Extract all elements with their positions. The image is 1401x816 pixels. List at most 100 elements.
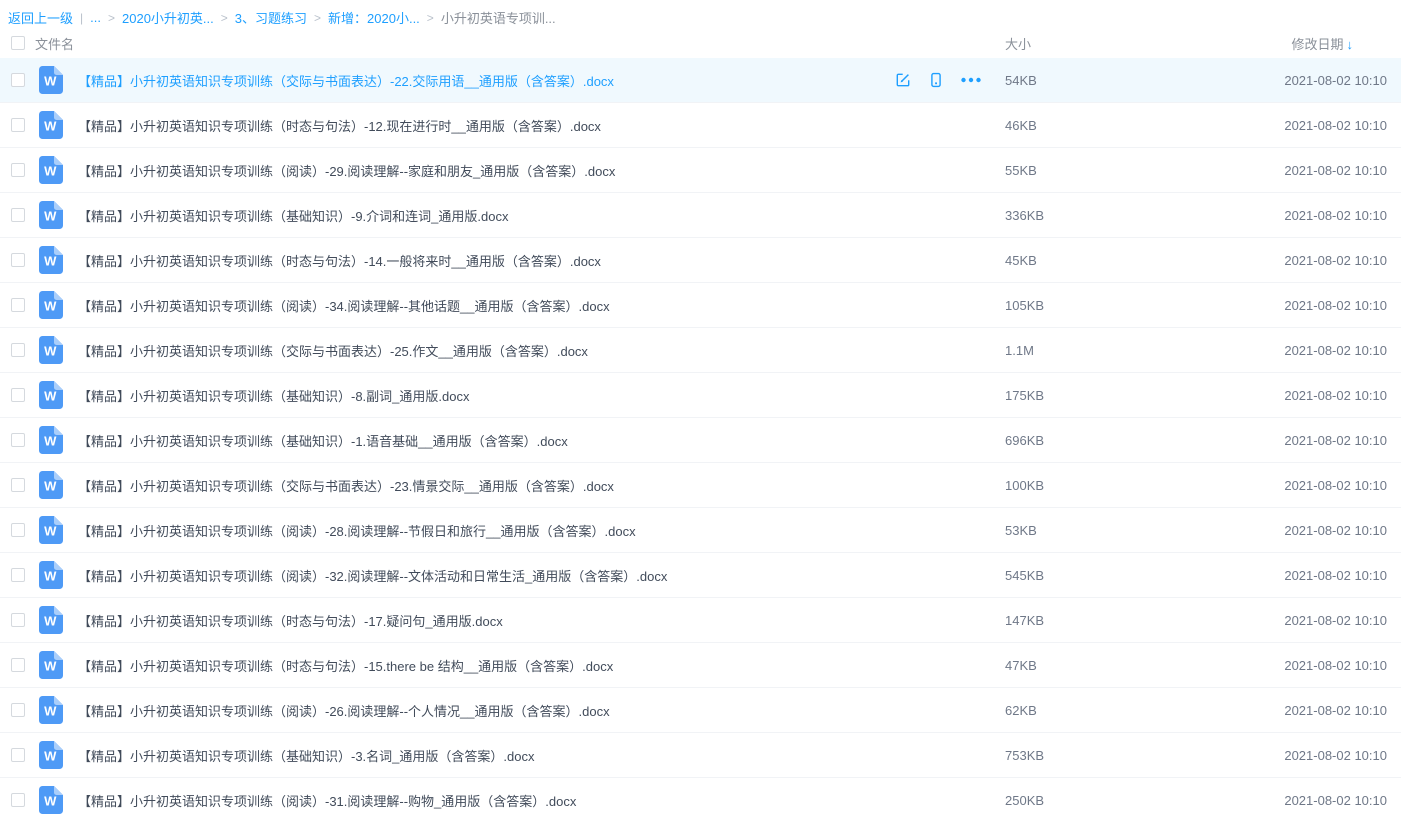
svg-text:W: W (44, 704, 57, 719)
file-row[interactable]: W 【精品】小升初英语知识专项训练（时态与句法）-12.现在进行时__通用版（含… (0, 103, 1401, 148)
file-date: 2021-08-02 10:10 (1241, 118, 1401, 133)
row-checkbox[interactable] (11, 523, 25, 537)
svg-text:W: W (44, 119, 57, 134)
row-checkbox[interactable] (11, 208, 25, 222)
file-name-link[interactable]: 【精品】小升初英语知识专项训练（时态与句法）-17.疑问句_通用版.docx (78, 611, 893, 630)
row-checkbox[interactable] (11, 343, 25, 357)
word-doc-icon: W (39, 381, 63, 409)
file-size: 250KB (1005, 793, 1241, 808)
breadcrumb-link[interactable]: ... (90, 10, 101, 25)
row-checkbox[interactable] (11, 793, 25, 807)
word-doc-icon: W (39, 156, 63, 184)
file-row[interactable]: W 【精品】小升初英语知识专项训练（基础知识）-9.介词和连词_通用版.docx (0, 193, 1401, 238)
breadcrumb-link[interactable]: 3、习题练习 (235, 8, 307, 27)
row-checkbox[interactable] (11, 658, 25, 672)
sort-desc-icon[interactable]: ↓ (1347, 37, 1354, 52)
file-size: 55KB (1005, 163, 1241, 178)
file-row[interactable]: W 【精品】小升初英语知识专项训练（交际与书面表达）-22.交际用语__通用版（… (0, 58, 1401, 103)
breadcrumb-link[interactable]: 2020小升初英... (122, 8, 214, 27)
file-row[interactable]: W 【精品】小升初英语知识专项训练（交际与书面表达）-23.情景交际__通用版（… (0, 463, 1401, 508)
row-checkbox[interactable] (11, 163, 25, 177)
breadcrumb: 返回上一级 |... >2020小升初英... >3、习题练习 > 新增：2020小...… (0, 0, 1401, 28)
file-name-link[interactable]: 【精品】小升初英语知识专项训练（交际与书面表达）-25.作文__通用版（含答案）… (78, 341, 893, 360)
file-size: 45KB (1005, 253, 1241, 268)
file-row[interactable]: W 【精品】小升初英语知识专项训练（阅读）-32.阅读理解--文体活动和日常生活… (0, 553, 1401, 598)
file-name-link[interactable]: 【精品】小升初英语知识专项训练（基础知识）-1.语音基础__通用版（含答案）.d… (78, 431, 893, 450)
row-checkbox[interactable] (11, 118, 25, 132)
column-header-size: 大小 (1005, 34, 1241, 53)
file-row[interactable]: W 【精品】小升初英语知识专项训练（阅读）-29.阅读理解--家庭和朋友_通用版… (0, 148, 1401, 193)
rename-icon[interactable] (895, 72, 911, 88)
file-row[interactable]: W 【精品】小升初英语知识专项训练（阅读）-34.阅读理解--其他话题__通用版… (0, 283, 1401, 328)
file-row[interactable]: W 【精品】小升初英语知识专项训练（阅读）-31.阅读理解--购物_通用版（含答… (0, 778, 1401, 816)
breadcrumb-separator: | (80, 11, 83, 25)
word-doc-icon: W (39, 606, 63, 634)
file-row[interactable]: W 【精品】小升初英语知识专项训练（时态与句法）-15.there be 结构_… (0, 643, 1401, 688)
file-row[interactable]: W 【精品】小升初英语知识专项训练（时态与句法）-14.一般将来时__通用版（含… (0, 238, 1401, 283)
word-doc-icon: W (39, 426, 63, 454)
file-date: 2021-08-02 10:10 (1241, 478, 1401, 493)
word-doc-icon: W (39, 696, 63, 724)
word-doc-icon: W (39, 291, 63, 319)
file-name-link[interactable]: 【精品】小升初英语知识专项训练（基础知识）-8.副词_通用版.docx (78, 386, 893, 405)
file-table-header: 文件名 大小 修改日期↓ (0, 28, 1401, 58)
file-name-link[interactable]: 【精品】小升初英语知识专项训练（阅读）-32.阅读理解--文体活动和日常生活_通… (78, 566, 893, 585)
file-row[interactable]: W 【精品】小升初英语知识专项训练（基础知识）-1.语音基础__通用版（含答案）… (0, 418, 1401, 463)
file-date: 2021-08-02 10:10 (1241, 523, 1401, 538)
row-checkbox[interactable] (11, 748, 25, 762)
file-size: 100KB (1005, 478, 1241, 493)
file-name-link[interactable]: 【精品】小升初英语知识专项训练（时态与句法）-14.一般将来时__通用版（含答案… (78, 251, 893, 270)
svg-text:W: W (44, 479, 57, 494)
file-name-link[interactable]: 【精品】小升初英语知识专项训练（交际与书面表达）-22.交际用语__通用版（含答… (78, 71, 893, 90)
svg-text:W: W (44, 164, 57, 179)
row-checkbox[interactable] (11, 73, 25, 87)
file-name-link[interactable]: 【精品】小升初英语知识专项训练（阅读）-31.阅读理解--购物_通用版（含答案）… (78, 791, 893, 810)
file-row[interactable]: W 【精品】小升初英语知识专项训练（时态与句法）-17.疑问句_通用版.docx (0, 598, 1401, 643)
file-name-link[interactable]: 【精品】小升初英语知识专项训练（阅读）-29.阅读理解--家庭和朋友_通用版（含… (78, 161, 893, 180)
column-header-date[interactable]: 修改日期↓ (1241, 34, 1401, 53)
file-name-link[interactable]: 【精品】小升初英语知识专项训练（时态与句法）-15.there be 结构__通… (78, 656, 893, 675)
breadcrumb-separator: > (427, 11, 434, 25)
word-doc-icon: W (39, 111, 63, 139)
file-row[interactable]: W 【精品】小升初英语知识专项训练（交际与书面表达）-25.作文__通用版（含答… (0, 328, 1401, 373)
file-date: 2021-08-02 10:10 (1241, 433, 1401, 448)
svg-text:W: W (44, 524, 57, 539)
file-size: 105KB (1005, 298, 1241, 313)
file-date: 2021-08-02 10:10 (1241, 298, 1401, 313)
svg-text:W: W (44, 569, 57, 584)
file-size: 1.1M (1005, 343, 1241, 358)
file-list: W 【精品】小升初英语知识专项训练（交际与书面表达）-22.交际用语__通用版（… (0, 58, 1401, 816)
file-size: 175KB (1005, 388, 1241, 403)
file-name-link[interactable]: 【精品】小升初英语知识专项训练（时态与句法）-12.现在进行时__通用版（含答案… (78, 116, 893, 135)
breadcrumb-link[interactable]: 返回上一级 (8, 8, 73, 27)
file-name-link[interactable]: 【精品】小升初英语知识专项训练（交际与书面表达）-23.情景交际__通用版（含答… (78, 476, 893, 495)
file-date: 2021-08-02 10:10 (1241, 73, 1401, 88)
file-row[interactable]: W 【精品】小升初英语知识专项训练（基础知识）-3.名词_通用版（含答案）.do… (0, 733, 1401, 778)
breadcrumb-separator: > (314, 11, 321, 25)
file-name-link[interactable]: 【精品】小升初英语知识专项训练（基础知识）-3.名词_通用版（含答案）.docx (78, 746, 893, 765)
breadcrumb-separator: > (221, 11, 228, 25)
row-checkbox[interactable] (11, 388, 25, 402)
breadcrumb-link[interactable]: 新增：2020小... (328, 8, 420, 27)
row-checkbox[interactable] (11, 478, 25, 492)
select-all-checkbox[interactable] (11, 36, 25, 50)
row-checkbox[interactable] (11, 568, 25, 582)
file-name-link[interactable]: 【精品】小升初英语知识专项训练（基础知识）-9.介词和连词_通用版.docx (78, 206, 893, 225)
file-name-link[interactable]: 【精品】小升初英语知识专项训练（阅读）-28.阅读理解--节假日和旅行__通用版… (78, 521, 893, 540)
file-name-link[interactable]: 【精品】小升初英语知识专项训练（阅读）-26.阅读理解--个人情况__通用版（含… (78, 701, 893, 720)
file-date: 2021-08-02 10:10 (1241, 793, 1401, 808)
file-size: 54KB (1005, 73, 1241, 88)
more-actions-icon[interactable] (961, 77, 981, 83)
word-doc-icon: W (39, 471, 63, 499)
mobile-preview-icon[interactable] (928, 72, 944, 88)
file-row[interactable]: W 【精品】小升初英语知识专项训练（阅读）-28.阅读理解--节假日和旅行__通… (0, 508, 1401, 553)
row-checkbox[interactable] (11, 433, 25, 447)
row-checkbox[interactable] (11, 253, 25, 267)
file-size: 47KB (1005, 658, 1241, 673)
row-checkbox[interactable] (11, 613, 25, 627)
row-checkbox[interactable] (11, 703, 25, 717)
file-name-link[interactable]: 【精品】小升初英语知识专项训练（阅读）-34.阅读理解--其他话题__通用版（含… (78, 296, 893, 315)
row-checkbox[interactable] (11, 298, 25, 312)
file-row[interactable]: W 【精品】小升初英语知识专项训练（基础知识）-8.副词_通用版.docx (0, 373, 1401, 418)
file-row[interactable]: W 【精品】小升初英语知识专项训练（阅读）-26.阅读理解--个人情况__通用版… (0, 688, 1401, 733)
